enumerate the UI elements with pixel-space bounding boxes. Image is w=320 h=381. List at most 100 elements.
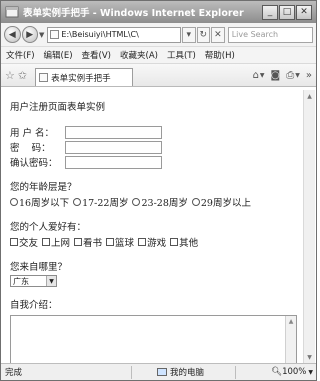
username-row: 用 户 名： [10,125,296,139]
security-zone[interactable]: 我的电脑 [132,366,235,378]
zoom-level: 100% [282,367,307,377]
maximize-icon: □ [282,6,292,17]
home-icon: ⌂ [252,69,259,81]
url-field[interactable]: E:\Beisuiyi\HTML\C\ [47,26,181,43]
hobby-options: 交友 上网 看书 篮球 游戏 其他 [10,235,296,249]
print-icon: ⎙ [286,69,295,81]
home-button[interactable]: ⌂ ▼ [253,70,265,81]
hobby-option-label: 看书 [83,238,103,249]
username-label: 用 户 名： [10,128,55,139]
refresh-button[interactable]: ↻ [196,26,211,43]
age-option[interactable]: 16周岁以下 [10,195,69,209]
hobby-option[interactable]: 篮球 [106,235,134,249]
chevron-down-icon[interactable]: ▼ [46,276,56,286]
password-row: 密 码： [10,140,296,154]
search-input[interactable]: Live Search [227,26,314,43]
hobby-option-label: 其他 [179,238,199,249]
page-icon [50,30,60,39]
history-dropdown-icon[interactable]: ▼ [39,31,44,39]
password-input[interactable] [65,140,162,154]
print-dropdown-icon: ▼ [295,71,300,79]
menu-tools[interactable]: 工具(T) [167,49,196,61]
hobby-option-label: 上网 [51,238,71,249]
textarea-scroll-track[interactable] [286,326,296,366]
back-arrow-icon: ◀ [8,29,16,40]
browser-window: 表单实例手把手 - Windows Internet Explorer _ □ … [0,0,317,381]
stop-button[interactable]: ✕ [211,26,225,43]
hobby-option-label: 篮球 [115,238,135,249]
menu-file[interactable]: 文件(F) [6,49,35,61]
hobby-option[interactable]: 看书 [74,235,102,249]
zoom-dropdown-icon: ▼ [308,368,313,376]
feeds-icon: ◙ [270,69,281,81]
age-option[interactable]: 29周岁以上 [191,195,251,209]
hobby-question: 您的个人爱好有： [10,222,87,233]
age-option[interactable]: 23-28周岁 [132,195,188,209]
search-placeholder: Live Search [231,30,279,39]
scroll-track[interactable] [304,102,315,351]
window-title: 表单实例手把手 - Windows Internet Explorer [23,8,244,19]
print-button[interactable]: ⎙ ▼ [286,70,300,81]
menu-view[interactable]: 查看(V) [82,49,111,61]
password-label: 密 码： [10,143,51,154]
checkbox[interactable] [106,238,115,246]
chevron-down-icon: ▾ [186,29,191,40]
url-dropdown-button[interactable]: ▾ [181,26,196,43]
forward-button[interactable]: ▶ [21,26,38,43]
radio-button[interactable] [73,198,82,206]
page-scrollbar[interactable]: ▲ ▼ [303,90,315,363]
confirm-password-input[interactable] [65,155,162,169]
zoom-control[interactable]: 🔍︎ 100% ▼ [236,367,316,377]
radio-button[interactable] [191,198,200,206]
favorites-star-icon[interactable]: ☆ [5,69,15,82]
ie-app-icon [5,6,19,18]
hobby-option[interactable]: 其他 [170,235,198,249]
age-option-label: 29周岁以上 [200,198,251,209]
zoom-icon: 🔍︎ [271,367,283,377]
username-input[interactable] [65,125,162,139]
checkbox[interactable] [42,238,51,246]
hobby-option-label: 游戏 [147,238,167,249]
hobby-option[interactable]: 上网 [42,235,70,249]
checkbox[interactable] [10,238,18,246]
status-text: 完成 [5,368,23,378]
back-button[interactable]: ◀ [4,26,21,43]
hobby-option[interactable]: 游戏 [138,235,166,249]
checkbox[interactable] [170,238,179,246]
radio-button[interactable] [132,198,141,206]
age-options: 16周岁以下 17-22周岁 23-28周岁 29周岁以上 [10,195,296,209]
scroll-up-icon[interactable]: ▲ [286,316,296,326]
radio-button[interactable] [10,198,18,206]
computer-icon [157,368,167,376]
origin-selected-value: 广东 [13,276,29,286]
maximize-button[interactable]: □ [279,4,295,20]
tab-label: 表单实例手把手 [51,73,111,84]
zone-label: 我的电脑 [170,368,205,378]
tab-bar: ☆ ✩ 表单实例手把手 ⌂ ▼ ◙ ⎙ ▼ » [1,64,316,87]
checkbox[interactable] [138,238,147,246]
origin-select[interactable]: 广东 ▼ [10,275,57,287]
checkbox[interactable] [74,238,83,246]
status-bar: 完成 我的电脑 🔍︎ 100% ▼ [1,363,316,380]
confirm-password-label: 确认密码： [10,158,58,169]
age-option-label: 23-28周岁 [141,198,188,209]
hobby-option[interactable]: 交友 [10,235,38,249]
confirm-password-row: 确认密码： [10,155,296,169]
intro-label: 自我介绍： [10,300,58,311]
toolbar-overflow-icon[interactable]: » [306,70,312,81]
title-bar: 表单实例手把手 - Windows Internet Explorer _ □ … [1,1,316,23]
tab-current[interactable]: 表单实例手把手 [35,68,134,86]
feeds-button[interactable]: ◙ [271,70,281,81]
age-option[interactable]: 17-22周岁 [73,195,128,209]
menu-help[interactable]: 帮助(H) [205,49,235,61]
home-dropdown-icon: ▼ [259,71,265,79]
close-button[interactable]: ✕ [296,4,312,20]
add-favorite-icon[interactable]: ✩ [18,69,27,82]
page-title: 用户注册页面表单实例 [10,102,106,113]
menu-favorites[interactable]: 收藏夹(A) [120,49,158,61]
scroll-up-icon[interactable]: ▲ [304,90,315,102]
address-bar: ◀ ▶ ▼ E:\Beisuiyi\HTML\C\ ▾ ↻ ✕ Live Sea… [1,23,316,47]
scroll-down-icon[interactable]: ▼ [304,351,315,363]
menu-edit[interactable]: 编辑(E) [44,49,73,61]
minimize-button[interactable]: _ [262,4,278,20]
